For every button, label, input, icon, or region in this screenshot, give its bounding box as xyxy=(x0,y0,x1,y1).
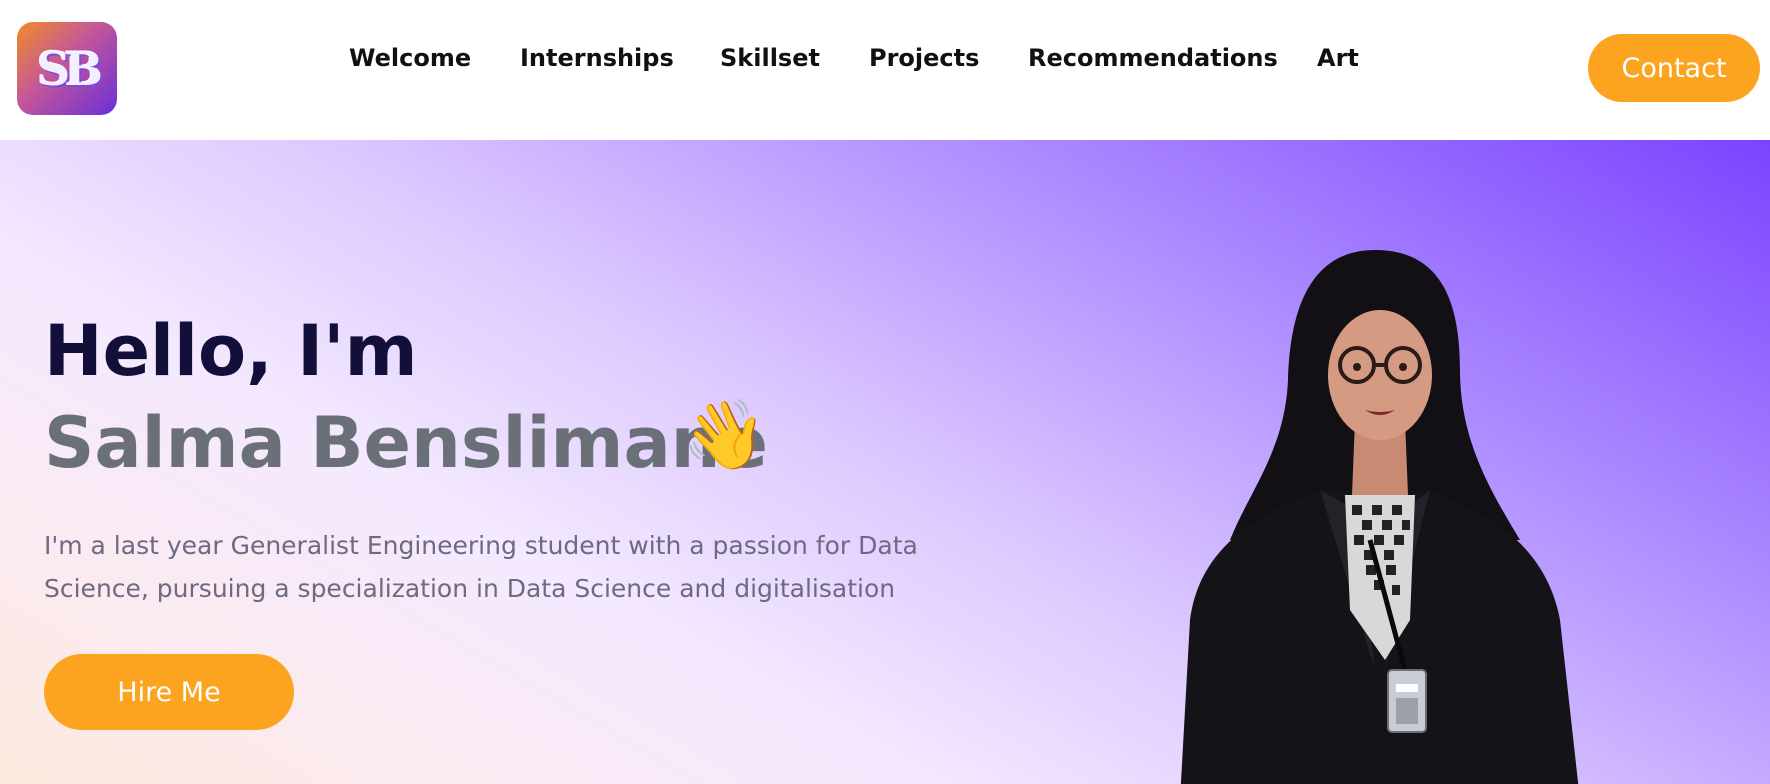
hero-description: I'm a last year Generalist Engineering s… xyxy=(44,531,918,603)
profile-photo xyxy=(1180,250,1579,784)
nav-skillset[interactable]: Skillset xyxy=(720,44,820,72)
nav-art[interactable]: Art xyxy=(1317,44,1359,72)
nav-welcome[interactable]: Welcome xyxy=(349,44,471,72)
nav-recommendations[interactable]: Recommendations xyxy=(1028,44,1278,72)
hire-me-button[interactable]: Hire Me xyxy=(44,654,294,730)
contact-button[interactable]: Contact xyxy=(1588,34,1760,102)
nav-projects[interactable]: Projects xyxy=(869,44,979,72)
waving-hand-icon: 👋 xyxy=(682,396,767,475)
hero-name: Salma Benslimane xyxy=(44,402,768,484)
site-header: SB Welcome Internships Skillset Projects… xyxy=(0,0,1770,140)
nav-internships[interactable]: Internships xyxy=(520,44,674,72)
main-nav: Welcome Internships Skillset Projects Re… xyxy=(0,44,1770,88)
hero-greeting: Hello, I'm xyxy=(44,310,418,392)
hero-section: Hello, I'm Salma Benslimane 👋 I'm a last… xyxy=(0,140,1770,784)
